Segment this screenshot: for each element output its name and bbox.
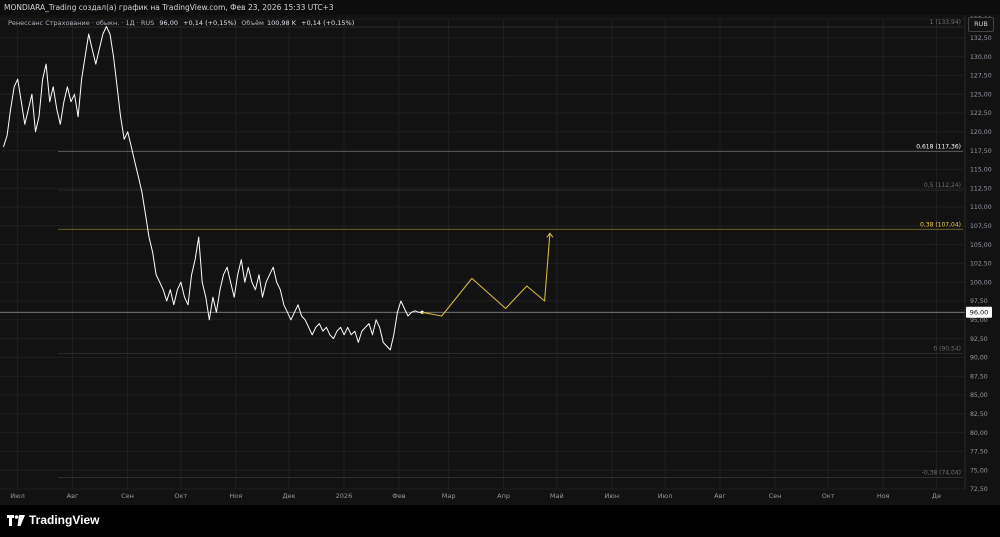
header-bar: MONDIARA_Trading создал(а) график на Tra…: [0, 0, 1000, 15]
x-tick-label: Сен: [121, 492, 134, 500]
chart-attribution: MONDIARA_Trading создал(а) график на Tra…: [4, 3, 334, 12]
y-tick-label: 97,50: [970, 298, 988, 305]
fib-level-label: 0 (90,54): [933, 345, 961, 352]
y-tick-label: 110,00: [970, 204, 992, 211]
brand-logo[interactable]: TradingView: [7, 513, 99, 527]
currency-button[interactable]: RUB: [968, 17, 994, 32]
y-tick-label: 112,50: [970, 185, 992, 192]
y-tick-label: 125,00: [970, 91, 992, 98]
y-tick-label: 107,50: [970, 223, 992, 230]
x-tick-label: Апр: [497, 492, 510, 500]
x-tick-label: Авг: [714, 492, 726, 500]
volume-label: Объём: [241, 19, 264, 27]
x-tick-label: Сен: [769, 492, 782, 500]
price-chart[interactable]: 1 (133,94) 0,618 (117,36) 0,5 (112,24) 0,38…: [0, 15, 1000, 505]
y-tick-label: 77,50: [970, 449, 988, 456]
y-tick-label: 80,00: [970, 430, 988, 437]
x-tick-label: Ноя: [877, 492, 890, 500]
y-tick-label: 132,50: [970, 35, 992, 42]
x-tick-label: Ноя: [229, 492, 242, 500]
tradingview-logo-icon: [7, 514, 25, 526]
y-tick-label: 115,00: [970, 167, 992, 174]
fib-level-label: -0,38 (74,04): [922, 469, 961, 476]
symbol-label: Ренессанс Страхование · обыкн. · 1Д · RU…: [8, 19, 155, 27]
y-tick-label: 90,00: [970, 355, 988, 362]
chart-legend: Ренессанс Страхование · обыкн. · 1Д · RU…: [8, 19, 354, 27]
fib-level-label: 0,38 (107,04): [920, 221, 961, 228]
x-tick-label: Окт: [174, 492, 187, 500]
y-tick-label: 75,00: [970, 467, 988, 474]
y-tick-label: 120,00: [970, 129, 992, 136]
y-tick-label: 127,50: [970, 73, 992, 80]
price-change: +0,14 (+0,15%): [183, 19, 237, 27]
y-tick-label: 72,50: [970, 486, 988, 493]
volume-value: 100,98 K: [266, 19, 297, 27]
x-tick-label: Фев: [392, 492, 406, 500]
x-tick-label: Окт: [822, 492, 835, 500]
y-tick-label: 102,50: [970, 261, 992, 268]
y-tick-label: 130,00: [970, 54, 992, 61]
x-tick-label: Авг: [67, 492, 79, 500]
footer: [0, 505, 1000, 537]
y-tick-label: 85,00: [970, 392, 988, 399]
y-tick-label: 117,50: [970, 148, 992, 155]
fib-level-label: 0,618 (117,36): [916, 144, 961, 151]
y-tick-label: 100,00: [970, 279, 992, 286]
x-tick-label: Дек: [282, 492, 295, 500]
x-tick-label: Июл: [10, 492, 25, 500]
y-tick-label: 87,50: [970, 373, 988, 380]
fib-level-label: 1 (133,94): [930, 19, 961, 26]
last-price: 96,00: [159, 19, 178, 27]
y-tick-label: 92,50: [970, 336, 988, 343]
y-tick-label: 95,00: [970, 317, 988, 324]
x-tick-label: 2026: [336, 492, 353, 500]
y-tick-label: 105,00: [970, 242, 992, 249]
x-tick-label: Июл: [658, 492, 673, 500]
x-tick-label: Май: [550, 492, 564, 500]
y-tick-label: 122,50: [970, 110, 992, 117]
fib-level-label: 0,5 (112,24): [924, 182, 961, 189]
brand-name: TradingView: [29, 513, 100, 527]
chart-background: [0, 15, 1000, 505]
x-tick-label: Мар: [442, 492, 456, 500]
chart-panel[interactable]: 1 (133,94) 0,618 (117,36) 0,5 (112,24) 0,38…: [0, 15, 1000, 505]
price-badge: 96,00: [966, 306, 992, 318]
x-tick-label: Июн: [605, 492, 620, 500]
price-badge-text: 96,00: [970, 309, 989, 317]
x-tick-label: Де: [932, 492, 941, 500]
volume-change: +0,14 (+0,15%): [301, 19, 355, 27]
y-tick-label: 82,50: [970, 411, 988, 418]
